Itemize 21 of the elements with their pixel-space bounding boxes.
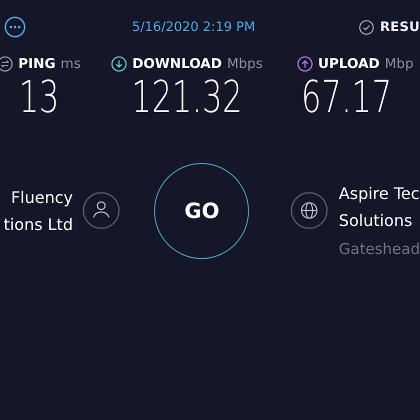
metric-value: 67.17: [301, 72, 392, 124]
metric-unit: ms: [60, 56, 81, 72]
server-name: Solutions: [338, 210, 414, 232]
metric-value: 13: [18, 72, 60, 124]
menu-icon[interactable]: [4, 16, 26, 38]
metric-unit: Mbp: [384, 56, 414, 72]
check-icon: [358, 20, 374, 34]
metric-label: PING: [18, 56, 56, 72]
results-link[interactable]: RESU: [380, 20, 420, 34]
test-date: 5/16/2020 2:19 PM: [132, 20, 256, 34]
go-button[interactable]: GO: [154, 162, 250, 258]
server-name: Aspire Tec: [338, 183, 420, 205]
metric-value: 121.32: [132, 72, 242, 124]
metric-unit: Mbps: [226, 56, 263, 72]
server-location: Gateshead: [338, 239, 420, 260]
provider-name: tions Ltd: [4, 214, 73, 236]
person-icon[interactable]: [82, 191, 120, 230]
globe-icon[interactable]: [290, 191, 329, 230]
metric-label: DOWNLOAD: [132, 56, 222, 72]
provider-name: Fluency: [10, 186, 73, 208]
metric-label: UPLOAD: [318, 56, 380, 72]
